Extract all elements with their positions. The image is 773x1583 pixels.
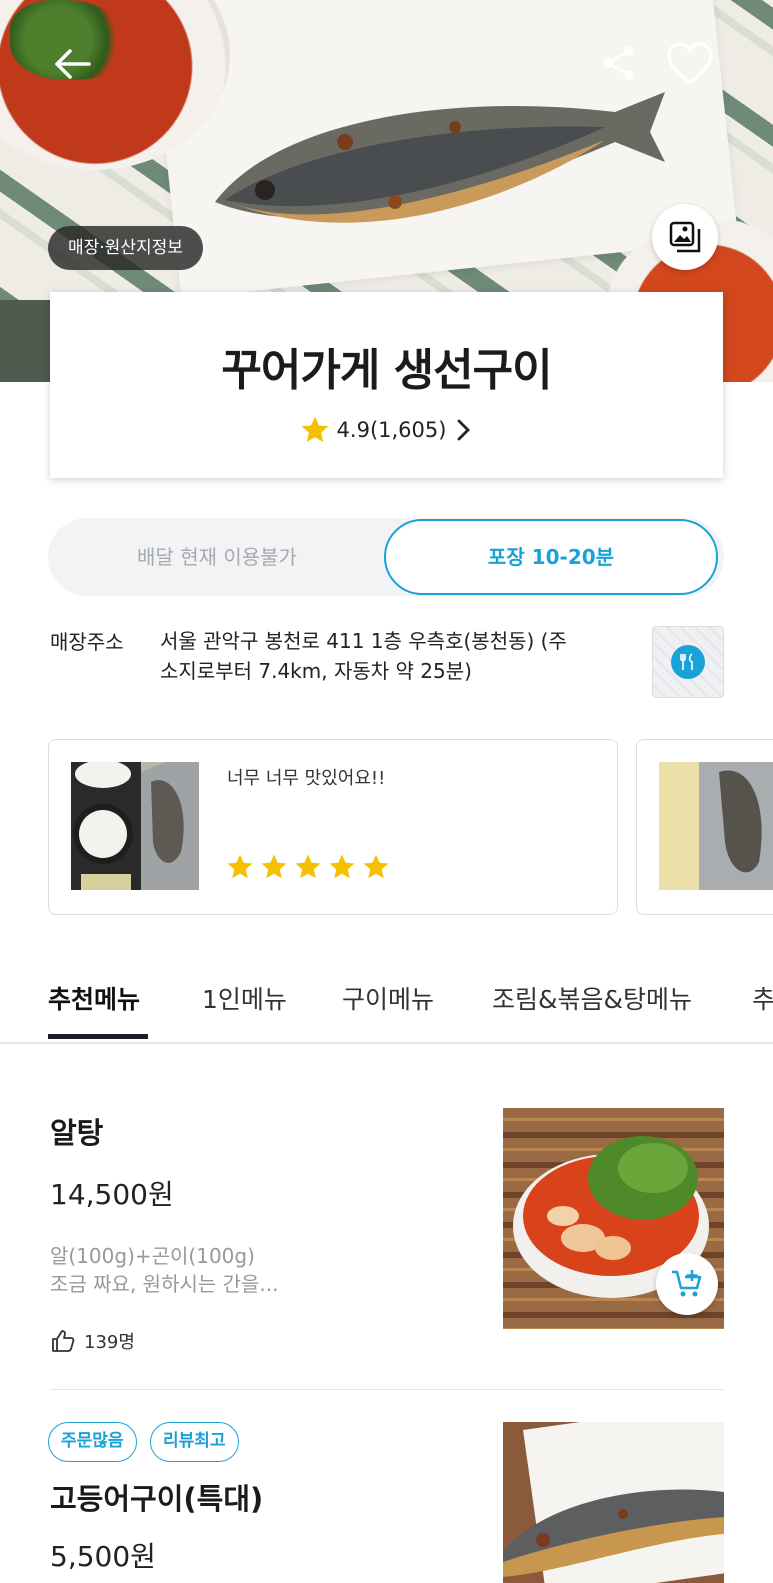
map-button[interactable] <box>652 626 724 698</box>
thumbs-up-icon <box>52 1330 75 1352</box>
menu-category-tabs: 추천메뉴 1인메뉴 구이메뉴 조림&볶음&탕메뉴 추 <box>0 970 773 1044</box>
delivery-option[interactable]: 배달 현재 이용불가 <box>48 518 386 596</box>
tab-recommended[interactable]: 추천메뉴 <box>48 980 140 1016</box>
share-button[interactable] <box>596 40 642 86</box>
badge-top-review: 리뷰최고 <box>150 1422 239 1462</box>
address-line-1: 서울 관악구 봉천로 411 1층 우측호(봉천동) (주 <box>160 629 567 653</box>
share-icon <box>603 46 634 80</box>
active-tab-indicator <box>48 1034 148 1039</box>
review-photo <box>71 762 199 890</box>
description-line-2: 조금 짜요, 원하시는 간을... <box>50 1272 279 1296</box>
star-icon <box>301 416 328 442</box>
likes-count: 139명 <box>84 1332 135 1353</box>
star-icon <box>261 854 287 879</box>
order-mode-toggle: 배달 현재 이용불가 포장 10-20분 <box>48 518 724 596</box>
tab-next-partial[interactable]: 추 <box>752 980 773 1016</box>
store-origin-info-button[interactable]: 매장·원산지정보 <box>48 226 203 270</box>
favorite-button[interactable] <box>664 38 716 90</box>
menu-item-likes: 139명 <box>50 1328 135 1354</box>
store-name: 꾸어가게 생선구이 <box>221 345 552 396</box>
menu-divider <box>50 1389 724 1390</box>
review-star-rating <box>225 852 391 882</box>
tab-single-menu[interactable]: 1인메뉴 <box>202 980 287 1016</box>
arrow-left-icon <box>55 49 91 79</box>
heart-icon <box>667 42 713 84</box>
star-icon <box>227 854 253 879</box>
star-icon <box>329 854 355 879</box>
address-line-2: 소지로부터 7.4km, 자동차 약 25분) <box>160 659 472 683</box>
add-to-cart-button[interactable] <box>656 1253 718 1315</box>
badge-popular: 주문많음 <box>48 1422 137 1462</box>
pickup-option[interactable]: 포장 10-20분 <box>384 519 718 595</box>
image-gallery-icon <box>669 221 701 253</box>
cart-plus-icon <box>672 1270 702 1297</box>
rating-value: 4.9(1,605) <box>336 418 447 442</box>
review-card-next[interactable] <box>636 739 773 915</box>
grilled-fish-image <box>215 92 665 223</box>
review-card[interactable]: 너무 너무 맛있어요!! <box>48 739 618 915</box>
store-info-card: 꾸어가게 생선구이 4.9(1,605) <box>50 292 723 478</box>
tab-braise-stirfry-stew-menu[interactable]: 조림&볶음&탕메뉴 <box>492 980 692 1016</box>
description-line-1: 알(100g)+곤이(100g) <box>50 1244 255 1268</box>
menu-item-name: 알탕 <box>50 1116 104 1150</box>
address-label: 매장주소 <box>50 630 124 654</box>
chevron-right-icon <box>458 419 471 441</box>
review-text: 너무 너무 맛있어요!! <box>227 768 386 789</box>
utensils-icon <box>680 653 693 670</box>
star-icon <box>363 854 389 879</box>
photo-gallery-button[interactable] <box>652 204 718 270</box>
back-button[interactable] <box>48 40 96 88</box>
menu-item-price: 5,500원 <box>50 1540 156 1573</box>
map-pin-icon <box>671 645 705 679</box>
menu-item-price: 14,500원 <box>50 1178 174 1211</box>
review-photo <box>659 762 773 890</box>
tab-grill-menu[interactable]: 구이메뉴 <box>342 980 434 1016</box>
menu-item-name: 고등어구이(특대) <box>50 1482 264 1516</box>
rating-link[interactable]: 4.9(1,605) <box>50 414 723 446</box>
menu-item-photo <box>503 1422 724 1583</box>
star-icon <box>295 854 321 879</box>
menu-item-description: 알(100g)+곤이(100g) 조금 짜요, 원하시는 간을... <box>50 1242 279 1298</box>
store-address: 서울 관악구 봉천로 411 1층 우측호(봉천동) (주 소지로부터 7.4k… <box>160 626 620 686</box>
